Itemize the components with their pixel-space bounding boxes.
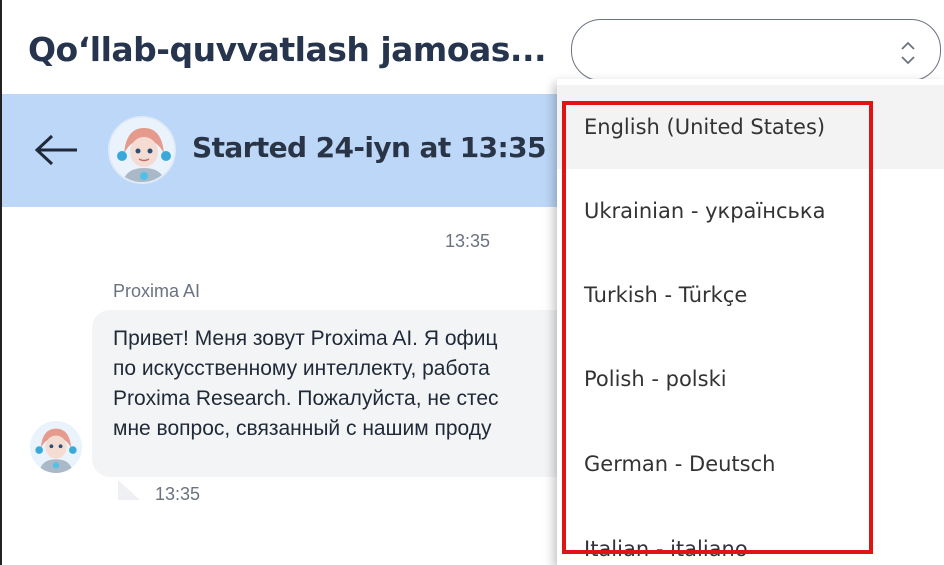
message-text: Привет! Меня зовут Proxima AI. Я офиц по… — [113, 324, 612, 444]
message-timestamp: 13:35 — [155, 484, 201, 504]
bot-avatar-icon — [108, 116, 176, 184]
message-line: мне вопрос, связанный с нашим проду — [113, 417, 492, 440]
bot-avatar-icon — [30, 421, 82, 473]
message-sender-name: Proxima AI — [113, 281, 201, 301]
message-line: Proxima Research. Пожалуйста, не стес — [113, 387, 499, 410]
message-line: по искусственному интеллекту, работа — [113, 357, 490, 380]
message-line: Привет! Меня зовут Proxima AI. Я офиц — [113, 327, 498, 350]
chevron-up-down-icon — [901, 41, 915, 65]
arrow-left-icon[interactable] — [34, 132, 80, 168]
language-option[interactable]: German - Deutsch — [557, 422, 944, 506]
bubble-tail — [118, 480, 140, 500]
message-bubble: Привет! Меня зовут Proxima AI. Я офиц по… — [92, 310, 612, 477]
language-option[interactable]: Polish - polski — [557, 337, 944, 421]
language-option[interactable]: English (United States) — [557, 85, 944, 169]
language-option[interactable]: Ukrainian - українська — [557, 169, 944, 253]
language-option[interactable]: Turkish - Türkçe — [557, 253, 944, 337]
conversation-timestamp: 13:35 — [445, 231, 491, 251]
language-select[interactable] — [571, 19, 941, 81]
language-option[interactable]: Italian - italiano — [557, 507, 944, 565]
chat-header-title: Started 24-iyn at 13:35 — [192, 131, 547, 164]
language-dropdown-menu: English (United States) Ukrainian - укра… — [557, 79, 944, 565]
page-title: Qo‘llab-quvvatlash jamoas... — [28, 30, 547, 69]
